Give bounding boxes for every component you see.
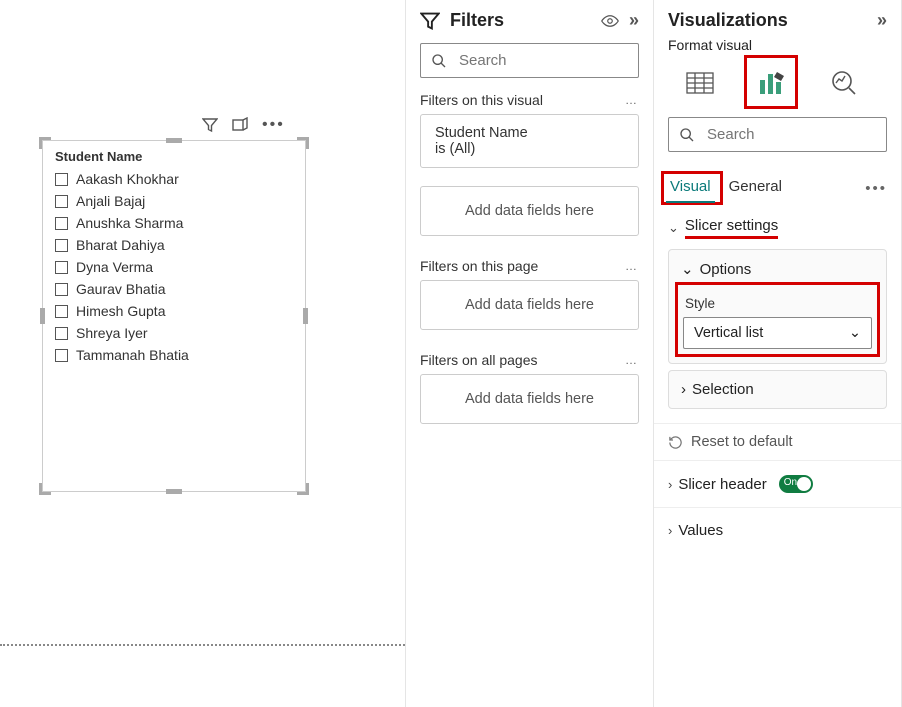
slicer-visual[interactable]: Student Name Aakash Khokhar Anjali Bajaj… [42, 140, 306, 492]
more-icon[interactable]: … [625, 93, 639, 107]
more-options-icon[interactable]: ••• [262, 116, 285, 134]
search-icon [431, 53, 447, 69]
tab-visual[interactable]: Visual [668, 174, 713, 203]
chevron-down-icon: ⌄ [681, 260, 694, 278]
checkbox-icon[interactable] [55, 283, 68, 296]
search-input[interactable] [705, 125, 876, 144]
reset-icon [668, 435, 683, 450]
page-divider [0, 644, 405, 646]
format-search[interactable] [668, 117, 887, 152]
slicer-item[interactable]: Anushka Sharma [55, 212, 293, 234]
filter-card-student-name[interactable]: Student Name is (All) [420, 114, 639, 168]
chevron-down-icon: ⌄ [668, 220, 679, 236]
slicer-item[interactable]: Gaurav Bhatia [55, 278, 293, 300]
visualizations-title: Visualizations [668, 10, 788, 31]
slicer-item-label: Anjali Bajaj [76, 193, 145, 209]
chevron-right-icon: › [668, 477, 672, 492]
checkbox-icon[interactable] [55, 217, 68, 230]
filters-all-header: Filters on all pages … [420, 352, 639, 368]
slicer-item[interactable]: Shreya Iyer [55, 322, 293, 344]
focus-mode-icon[interactable] [232, 117, 248, 133]
eye-icon[interactable] [601, 12, 619, 30]
dropzone-page[interactable]: Add data fields here [420, 280, 639, 330]
filter-icon[interactable] [202, 117, 218, 133]
slicer-items: Aakash Khokhar Anjali Bajaj Anushka Shar… [43, 168, 305, 366]
checkbox-icon[interactable] [55, 239, 68, 252]
selection-header[interactable]: › Selection [669, 371, 886, 408]
search-icon [679, 127, 695, 143]
dropzone-all[interactable]: Add data fields here [420, 374, 639, 424]
slicer-item[interactable]: Tammanah Bhatia [55, 344, 293, 366]
slicer-item-label: Tammanah Bhatia [76, 347, 189, 363]
filters-pane: Filters » Filters on this visual … Stude… [406, 0, 654, 707]
slicer-item-label: Aakash Khokhar [76, 171, 179, 187]
slicer-item-label: Shreya Iyer [76, 325, 148, 341]
slicer-item[interactable]: Anjali Bajaj [55, 190, 293, 212]
more-icon[interactable]: ••• [865, 180, 887, 197]
selection-card: › Selection [668, 370, 887, 409]
slicer-header-toggle[interactable]: On [779, 475, 813, 493]
slicer-item[interactable]: Dyna Verma [55, 256, 293, 278]
checkbox-icon[interactable] [55, 261, 68, 274]
filter-condition: is (All) [435, 141, 624, 157]
slicer-item-label: Anushka Sharma [76, 215, 183, 231]
format-visual-icon[interactable] [754, 65, 790, 101]
checkbox-icon[interactable] [55, 195, 68, 208]
slicer-item[interactable]: Himesh Gupta [55, 300, 293, 322]
build-visual-icon[interactable] [682, 65, 718, 101]
tab-general[interactable]: General [727, 174, 784, 203]
slicer-item-label: Himesh Gupta [76, 303, 165, 319]
filter-field-name: Student Name [435, 125, 624, 141]
slicer-title: Student Name [43, 141, 305, 168]
more-icon[interactable]: … [625, 353, 639, 367]
collapse-icon[interactable]: » [629, 10, 639, 31]
chevron-right-icon: › [681, 381, 686, 398]
chevron-right-icon: › [668, 523, 672, 538]
slicer-item-label: Bharat Dahiya [76, 237, 165, 253]
slicer-settings-header[interactable]: ⌄ Slicer settings [668, 211, 887, 245]
filters-search[interactable] [420, 43, 639, 78]
format-visual-subtitle: Format visual [654, 37, 901, 59]
report-canvas[interactable]: ••• Student Name Aakash Khokhar Anjali B… [0, 0, 406, 707]
search-input[interactable] [457, 51, 628, 70]
slicer-item-label: Gaurav Bhatia [76, 281, 166, 297]
checkbox-icon[interactable] [55, 327, 68, 340]
style-dropdown[interactable]: Vertical list ⌄ [683, 317, 872, 349]
style-label: Style [685, 296, 870, 311]
chevron-down-icon: ⌄ [849, 325, 861, 341]
dropzone-visual[interactable]: Add data fields here [420, 186, 639, 236]
slicer-header-toggle-row[interactable]: › Slicer header On [668, 469, 887, 499]
checkbox-icon[interactable] [55, 349, 68, 362]
collapse-icon[interactable]: » [877, 10, 887, 31]
checkbox-icon[interactable] [55, 173, 68, 186]
reset-to-default[interactable]: Reset to default [654, 423, 901, 461]
visual-toolbar: ••• [202, 116, 285, 134]
checkbox-icon[interactable] [55, 305, 68, 318]
style-value: Vertical list [694, 325, 763, 341]
options-header[interactable]: ⌄ Options [669, 250, 886, 288]
filter-icon [420, 11, 440, 31]
filters-visual-header: Filters on this visual … [420, 92, 639, 108]
slicer-item[interactable]: Aakash Khokhar [55, 168, 293, 190]
filters-page-header: Filters on this page … [420, 258, 639, 274]
analytics-icon[interactable] [826, 65, 862, 101]
slicer-item-label: Dyna Verma [76, 259, 153, 275]
slicer-item[interactable]: Bharat Dahiya [55, 234, 293, 256]
more-icon[interactable]: … [625, 259, 639, 273]
filters-title: Filters [450, 10, 504, 31]
visualizations-pane: Visualizations » Format visual [654, 0, 902, 707]
values-header[interactable]: › Values [668, 516, 887, 545]
options-card: ⌄ Options Style Vertical list ⌄ [668, 249, 887, 364]
